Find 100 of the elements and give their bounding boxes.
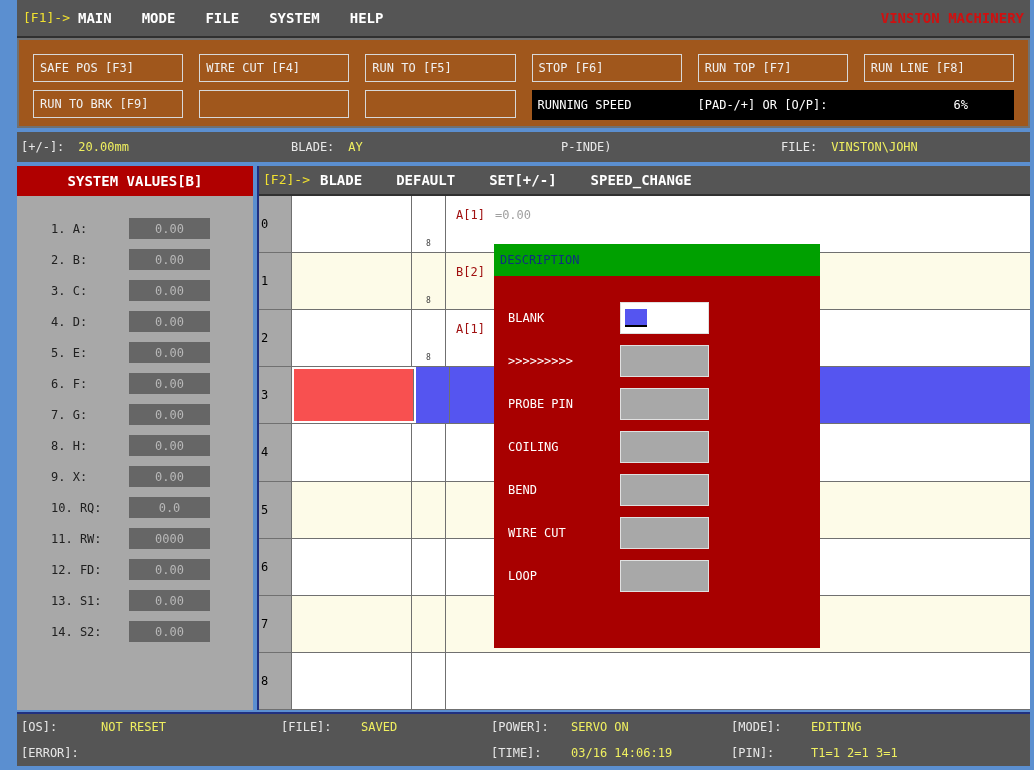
speed-hint: [PAD-/+] OR [O/P]:: [697, 97, 828, 114]
input-field[interactable]: [620, 345, 709, 377]
field-label: WIRE CUT: [508, 525, 567, 542]
toolbar-button[interactable]: RUN TO BRK [F9]: [33, 90, 184, 118]
grid-menu-item[interactable]: DEFAULT: [396, 169, 456, 191]
status-value: T1=1 2=1 3=1: [811, 745, 898, 762]
field-label: PROBE PIN: [508, 396, 575, 413]
value-field[interactable]: 0.00: [129, 590, 210, 611]
status-value: EDITING: [811, 719, 862, 736]
toolbar-button[interactable]: RUN TOP [F7]: [697, 54, 848, 82]
status-label: [MODE]:: [731, 719, 783, 736]
value-label: 5. E:: [50, 344, 89, 362]
value-label: 10. RQ:: [50, 499, 103, 517]
input-field[interactable]: [620, 560, 709, 592]
grid-menu-prefix: [F2]->: [263, 171, 310, 190]
status-value: SAVED: [361, 719, 398, 736]
row-number: 7: [259, 595, 292, 652]
row-mark: 8: [426, 295, 431, 308]
value-field[interactable]: 0.00: [129, 435, 210, 456]
input-field[interactable]: [620, 474, 709, 506]
panel-title: SYSTEM VALUES[B]: [17, 166, 253, 196]
grid-menu-item[interactable]: BLADE: [319, 169, 363, 191]
status-label: [FILE]:: [281, 719, 333, 736]
input-field[interactable]: [620, 431, 709, 463]
row-number: 8: [259, 652, 292, 709]
row-number: 3: [259, 367, 292, 424]
speed-value: 6%: [953, 97, 968, 114]
row-code: A[1]: [456, 321, 485, 339]
field-label: BEND: [508, 482, 538, 499]
toolbar-button[interactable]: SAFE POS [F3]: [33, 54, 184, 82]
value-field[interactable]: 0.00: [129, 218, 210, 239]
info-label: P-INDE): [561, 139, 612, 156]
row-mark: 8: [426, 238, 431, 251]
grid-menu-item[interactable]: SET[+/-]: [489, 169, 557, 191]
info-value: VINSTON\JOHN: [831, 139, 918, 156]
info-label: BLADE:: [291, 139, 335, 156]
status-label: [TIME]:: [491, 745, 543, 762]
grid-menu-item[interactable]: SPEED_CHANGE: [590, 169, 692, 191]
toolbar-button[interactable]: RUN TO [F5]: [365, 54, 516, 82]
value-field[interactable]: 0.00: [129, 249, 210, 270]
menu-item[interactable]: MODE: [141, 7, 176, 29]
value-label: 2. B:: [50, 251, 89, 269]
status-value: 03/16 14:06:19: [571, 745, 673, 762]
row-code: A[1]: [456, 207, 485, 224]
dialog-title: DESCRIPTION: [494, 244, 820, 276]
value-label: 6. F:: [50, 375, 89, 393]
row-number: 0: [259, 196, 292, 253]
value-field[interactable]: 0000: [129, 528, 210, 549]
value-field[interactable]: 0.00: [129, 280, 210, 301]
blank-button[interactable]: [199, 90, 350, 118]
blank-button[interactable]: [365, 90, 516, 118]
row-code: B[2]: [456, 264, 485, 282]
value-label: 1. A:: [50, 220, 89, 238]
row-number: 6: [259, 538, 292, 595]
row-number: 5: [259, 481, 292, 538]
value-label: 4. D:: [50, 313, 89, 331]
info-label: FILE:: [781, 139, 818, 156]
field-label: LOOP: [508, 568, 538, 585]
field-label: COILING: [508, 439, 560, 456]
value-label: 9. X:: [50, 468, 89, 486]
menu-item[interactable]: SYSTEM: [269, 7, 320, 29]
value-label: 11. RW:: [50, 530, 103, 548]
value-field[interactable]: 0.00: [129, 373, 210, 394]
menu-item[interactable]: FILE: [205, 7, 240, 29]
input-field[interactable]: [620, 302, 709, 334]
value-label: 12. FD:: [50, 561, 103, 579]
row-number: 1: [259, 253, 292, 310]
value-label: 3. C:: [50, 282, 89, 300]
row-number: 2: [259, 310, 292, 367]
value-field[interactable]: 0.00: [129, 342, 210, 363]
input-field[interactable]: [620, 388, 709, 420]
input-field[interactable]: [620, 517, 709, 549]
menu-prefix: [F1]->: [23, 9, 70, 28]
value-label: 13. S1:: [50, 592, 103, 610]
status-label: [POWER]:: [491, 719, 550, 736]
value-label: 8. H:: [50, 437, 89, 455]
value-field[interactable]: 0.00: [129, 311, 210, 332]
toolbar-button[interactable]: STOP [F6]: [531, 54, 682, 82]
info-label: [+/-]:: [21, 139, 65, 156]
status-label: [OS]:: [21, 719, 59, 736]
value-field[interactable]: 0.00: [129, 621, 210, 642]
row-number: 4: [259, 424, 292, 481]
brand-title: VINSTON MACHINERY: [880, 8, 1024, 28]
info-value: 20.00mm: [78, 139, 129, 156]
menu-item[interactable]: MAIN: [77, 7, 112, 29]
menu-item[interactable]: HELP: [349, 7, 384, 29]
speed-label: RUNNING SPEED: [537, 97, 633, 114]
toolbar-button[interactable]: RUN LINE [F8]: [863, 54, 1014, 82]
value-field[interactable]: 0.00: [129, 466, 210, 487]
value-field[interactable]: 0.0: [129, 497, 210, 518]
field-label: BLANK: [508, 310, 546, 327]
value-label: 14. S2:: [50, 623, 103, 641]
status-label: [PIN]:: [731, 745, 776, 762]
status-value: NOT RESET: [101, 719, 167, 736]
value-field[interactable]: 0.00: [129, 404, 210, 425]
value-field[interactable]: 0.00: [129, 559, 210, 580]
toolbar-button[interactable]: WIRE CUT [F4]: [199, 54, 350, 82]
info-value: AY: [348, 139, 363, 156]
field-label: >>>>>>>>>: [508, 353, 575, 370]
row-value: =0.00: [494, 207, 532, 224]
